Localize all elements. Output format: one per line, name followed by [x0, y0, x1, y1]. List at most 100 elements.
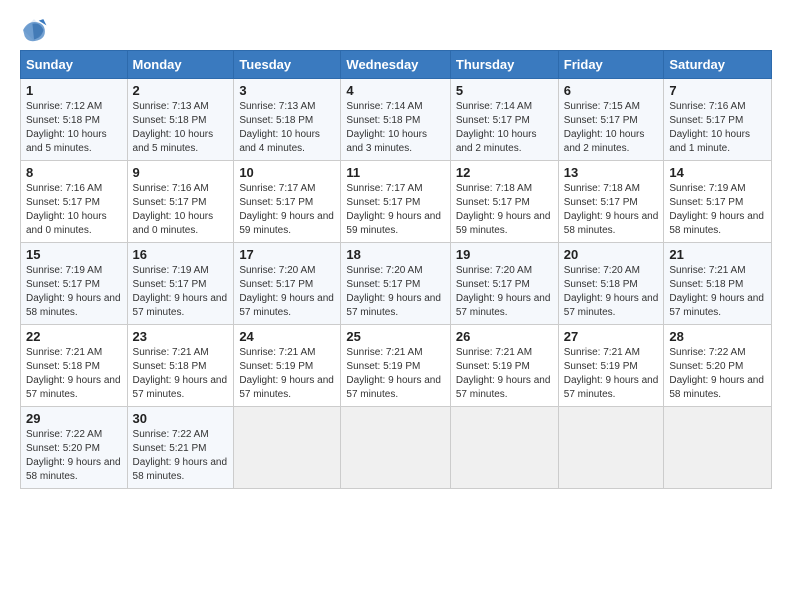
day-info: Sunrise: 7:21 AM Sunset: 5:19 PM Dayligh… — [564, 346, 659, 402]
calendar-week-row: 15 Sunrise: 7:19 AM Sunset: 5:17 PM Dayl… — [21, 243, 772, 325]
day-info: Sunrise: 7:20 AM Sunset: 5:17 PM Dayligh… — [456, 264, 553, 320]
calendar-page: SundayMondayTuesdayWednesdayThursdayFrid… — [0, 0, 792, 509]
day-info: Sunrise: 7:16 AM Sunset: 5:17 PM Dayligh… — [26, 182, 122, 238]
day-info: Sunrise: 7:20 AM Sunset: 5:17 PM Dayligh… — [346, 264, 444, 320]
day-number: 5 — [456, 83, 553, 98]
day-number: 2 — [133, 83, 229, 98]
calendar-empty-cell — [664, 407, 772, 489]
day-number: 3 — [239, 83, 335, 98]
calendar-week-row: 22 Sunrise: 7:21 AM Sunset: 5:18 PM Dayl… — [21, 325, 772, 407]
calendar-day-cell: 11 Sunrise: 7:17 AM Sunset: 5:17 PM Dayl… — [341, 161, 450, 243]
calendar-day-cell: 25 Sunrise: 7:21 AM Sunset: 5:19 PM Dayl… — [341, 325, 450, 407]
calendar-day-header: Sunday — [21, 51, 128, 79]
calendar-day-cell: 19 Sunrise: 7:20 AM Sunset: 5:17 PM Dayl… — [450, 243, 558, 325]
calendar-header-row: SundayMondayTuesdayWednesdayThursdayFrid… — [21, 51, 772, 79]
logo-icon — [20, 16, 48, 44]
day-number: 11 — [346, 165, 444, 180]
day-number: 18 — [346, 247, 444, 262]
calendar-day-header: Friday — [558, 51, 664, 79]
calendar-day-cell: 16 Sunrise: 7:19 AM Sunset: 5:17 PM Dayl… — [127, 243, 234, 325]
day-number: 17 — [239, 247, 335, 262]
day-info: Sunrise: 7:18 AM Sunset: 5:17 PM Dayligh… — [564, 182, 659, 238]
calendar-day-cell: 20 Sunrise: 7:20 AM Sunset: 5:18 PM Dayl… — [558, 243, 664, 325]
header — [20, 16, 772, 44]
day-info: Sunrise: 7:12 AM Sunset: 5:18 PM Dayligh… — [26, 100, 122, 156]
calendar-day-cell: 9 Sunrise: 7:16 AM Sunset: 5:17 PM Dayli… — [127, 161, 234, 243]
day-info: Sunrise: 7:21 AM Sunset: 5:19 PM Dayligh… — [346, 346, 444, 402]
day-info: Sunrise: 7:16 AM Sunset: 5:17 PM Dayligh… — [669, 100, 766, 156]
calendar-day-cell: 24 Sunrise: 7:21 AM Sunset: 5:19 PM Dayl… — [234, 325, 341, 407]
calendar-day-cell: 1 Sunrise: 7:12 AM Sunset: 5:18 PM Dayli… — [21, 79, 128, 161]
day-info: Sunrise: 7:22 AM Sunset: 5:20 PM Dayligh… — [26, 428, 122, 484]
day-info: Sunrise: 7:21 AM Sunset: 5:18 PM Dayligh… — [669, 264, 766, 320]
calendar-day-cell: 4 Sunrise: 7:14 AM Sunset: 5:18 PM Dayli… — [341, 79, 450, 161]
calendar-day-cell: 8 Sunrise: 7:16 AM Sunset: 5:17 PM Dayli… — [21, 161, 128, 243]
day-info: Sunrise: 7:19 AM Sunset: 5:17 PM Dayligh… — [669, 182, 766, 238]
day-number: 19 — [456, 247, 553, 262]
calendar-day-cell: 23 Sunrise: 7:21 AM Sunset: 5:18 PM Dayl… — [127, 325, 234, 407]
calendar-week-row: 29 Sunrise: 7:22 AM Sunset: 5:20 PM Dayl… — [21, 407, 772, 489]
day-info: Sunrise: 7:18 AM Sunset: 5:17 PM Dayligh… — [456, 182, 553, 238]
calendar-week-row: 1 Sunrise: 7:12 AM Sunset: 5:18 PM Dayli… — [21, 79, 772, 161]
day-number: 14 — [669, 165, 766, 180]
day-info: Sunrise: 7:22 AM Sunset: 5:21 PM Dayligh… — [133, 428, 229, 484]
day-number: 6 — [564, 83, 659, 98]
calendar-empty-cell — [234, 407, 341, 489]
day-number: 10 — [239, 165, 335, 180]
calendar-day-cell: 10 Sunrise: 7:17 AM Sunset: 5:17 PM Dayl… — [234, 161, 341, 243]
day-number: 1 — [26, 83, 122, 98]
day-number: 25 — [346, 329, 444, 344]
day-info: Sunrise: 7:14 AM Sunset: 5:18 PM Dayligh… — [346, 100, 444, 156]
calendar-day-header: Monday — [127, 51, 234, 79]
calendar-empty-cell — [341, 407, 450, 489]
day-number: 23 — [133, 329, 229, 344]
day-info: Sunrise: 7:17 AM Sunset: 5:17 PM Dayligh… — [346, 182, 444, 238]
day-info: Sunrise: 7:20 AM Sunset: 5:17 PM Dayligh… — [239, 264, 335, 320]
day-info: Sunrise: 7:13 AM Sunset: 5:18 PM Dayligh… — [133, 100, 229, 156]
calendar-day-cell: 22 Sunrise: 7:21 AM Sunset: 5:18 PM Dayl… — [21, 325, 128, 407]
day-number: 15 — [26, 247, 122, 262]
calendar-day-cell: 5 Sunrise: 7:14 AM Sunset: 5:17 PM Dayli… — [450, 79, 558, 161]
calendar-day-cell: 17 Sunrise: 7:20 AM Sunset: 5:17 PM Dayl… — [234, 243, 341, 325]
day-number: 20 — [564, 247, 659, 262]
calendar-day-cell: 26 Sunrise: 7:21 AM Sunset: 5:19 PM Dayl… — [450, 325, 558, 407]
day-number: 12 — [456, 165, 553, 180]
calendar-day-cell: 21 Sunrise: 7:21 AM Sunset: 5:18 PM Dayl… — [664, 243, 772, 325]
calendar-week-row: 8 Sunrise: 7:16 AM Sunset: 5:17 PM Dayli… — [21, 161, 772, 243]
day-number: 13 — [564, 165, 659, 180]
calendar-empty-cell — [450, 407, 558, 489]
day-info: Sunrise: 7:20 AM Sunset: 5:18 PM Dayligh… — [564, 264, 659, 320]
day-info: Sunrise: 7:21 AM Sunset: 5:18 PM Dayligh… — [26, 346, 122, 402]
day-number: 7 — [669, 83, 766, 98]
day-number: 26 — [456, 329, 553, 344]
day-info: Sunrise: 7:16 AM Sunset: 5:17 PM Dayligh… — [133, 182, 229, 238]
day-info: Sunrise: 7:21 AM Sunset: 5:19 PM Dayligh… — [239, 346, 335, 402]
calendar-day-header: Saturday — [664, 51, 772, 79]
day-info: Sunrise: 7:22 AM Sunset: 5:20 PM Dayligh… — [669, 346, 766, 402]
day-info: Sunrise: 7:21 AM Sunset: 5:19 PM Dayligh… — [456, 346, 553, 402]
calendar-day-header: Thursday — [450, 51, 558, 79]
day-number: 30 — [133, 411, 229, 426]
calendar-day-cell: 15 Sunrise: 7:19 AM Sunset: 5:17 PM Dayl… — [21, 243, 128, 325]
day-number: 16 — [133, 247, 229, 262]
day-number: 21 — [669, 247, 766, 262]
calendar-day-cell: 13 Sunrise: 7:18 AM Sunset: 5:17 PM Dayl… — [558, 161, 664, 243]
day-number: 9 — [133, 165, 229, 180]
calendar-day-cell: 3 Sunrise: 7:13 AM Sunset: 5:18 PM Dayli… — [234, 79, 341, 161]
day-info: Sunrise: 7:19 AM Sunset: 5:17 PM Dayligh… — [133, 264, 229, 320]
calendar-day-header: Tuesday — [234, 51, 341, 79]
day-info: Sunrise: 7:15 AM Sunset: 5:17 PM Dayligh… — [564, 100, 659, 156]
calendar-day-cell: 6 Sunrise: 7:15 AM Sunset: 5:17 PM Dayli… — [558, 79, 664, 161]
calendar-day-cell: 12 Sunrise: 7:18 AM Sunset: 5:17 PM Dayl… — [450, 161, 558, 243]
day-number: 4 — [346, 83, 444, 98]
day-number: 24 — [239, 329, 335, 344]
calendar-day-cell: 28 Sunrise: 7:22 AM Sunset: 5:20 PM Dayl… — [664, 325, 772, 407]
day-info: Sunrise: 7:13 AM Sunset: 5:18 PM Dayligh… — [239, 100, 335, 156]
day-info: Sunrise: 7:14 AM Sunset: 5:17 PM Dayligh… — [456, 100, 553, 156]
calendar-day-cell: 29 Sunrise: 7:22 AM Sunset: 5:20 PM Dayl… — [21, 407, 128, 489]
calendar-day-cell: 14 Sunrise: 7:19 AM Sunset: 5:17 PM Dayl… — [664, 161, 772, 243]
calendar-table: SundayMondayTuesdayWednesdayThursdayFrid… — [20, 50, 772, 489]
day-number: 28 — [669, 329, 766, 344]
day-info: Sunrise: 7:21 AM Sunset: 5:18 PM Dayligh… — [133, 346, 229, 402]
calendar-empty-cell — [558, 407, 664, 489]
